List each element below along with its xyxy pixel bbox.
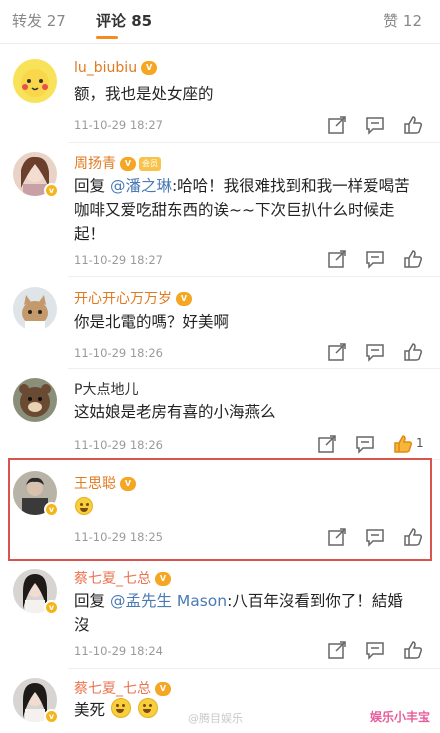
reply-icon[interactable] [354,433,376,455]
comment-username[interactable]: 蔡七夏_七总 [74,681,151,697]
watermark-brand: 娱乐小丰宝 [370,710,431,724]
comment-text-line: 起！ [74,225,106,243]
tab-active-indicator [96,36,118,39]
mention-link[interactable]: @孟先生 Mason [110,592,227,610]
comment-time: 11-10-29 18:26 [74,346,163,360]
comment-text: 美死 [74,701,106,719]
like-thumb-icon[interactable] [402,248,424,270]
comment-username[interactable]: 开心开心万万岁 [74,291,172,307]
share-icon[interactable] [326,639,348,661]
comment-username[interactable]: P大点地儿 [74,382,138,398]
reply-icon[interactable] [364,248,386,270]
comment-time: 11-10-29 18:27 [74,253,163,267]
comment-text-line: 回复 @潘之琳:哈哈！我很难找到和我一样爱喝苦 [74,174,424,198]
vip-badge-icon: V [155,572,171,586]
like-thumb-icon[interactable] [392,433,414,455]
vip-badge-icon: V [120,157,136,171]
tab-comments[interactable]: 评论 85 [96,10,152,31]
share-icon[interactable] [316,433,338,455]
reply-icon[interactable] [364,639,386,661]
avatar[interactable]: v [13,152,59,198]
vip-badge-icon: V [141,61,158,75]
avatar[interactable] [13,378,57,422]
comment-text-line: 咖啡又爱吃甜东西的诶~~下次巨扒什么时候走 [74,201,395,219]
comment-text-line: 沒 [74,616,90,634]
comment-time: 11-10-29 18:24 [74,644,163,658]
verified-badge-icon: v [44,600,59,615]
reply-prefix: 回复 [74,592,110,610]
like-thumb-icon[interactable] [402,639,424,661]
comment-text: 额，我也是处女座的 [74,85,214,103]
emoji-laugh-icon [110,698,131,718]
comment-text-line: 回复 @孟先生 Mason:八百年沒看到你了！結婚 [74,589,424,613]
comment-username[interactable]: 周扬青 [74,156,116,172]
avatar[interactable] [13,59,57,103]
avatar[interactable] [13,287,57,331]
comment-time: 11-10-29 18:27 [74,118,163,132]
bear-avatar-icon [13,378,57,422]
reply-icon[interactable] [364,114,386,136]
like-thumb-icon[interactable] [402,341,424,363]
watermark-source: @腾目娱乐 [188,712,243,725]
pikachu-avatar-icon [13,59,57,103]
comment-time: 11-10-29 18:26 [74,438,163,452]
avatar[interactable]: v [13,678,59,724]
emoji-laugh-icon [137,698,158,718]
cat-avatar-icon [13,287,57,331]
vip-badge-icon: V [176,292,192,306]
tab-bar: 转发 27 评论 85 赞 12 [0,0,440,44]
comment-text: :八百年沒看到你了！結婚 [227,592,403,610]
comment-text: :哈哈！我很难找到和我一样爱喝苦 [171,177,410,195]
verified-badge-icon: v [44,709,59,724]
divider [68,142,440,143]
comment-username[interactable]: lu_biubiu [74,60,137,76]
divider [68,276,440,277]
tab-reposts[interactable]: 转发 27 [12,10,66,31]
divider [68,368,440,369]
reply-icon[interactable] [364,341,386,363]
like-count: 1 [416,436,424,450]
member-badge: 会员 [139,157,161,171]
divider [68,668,440,669]
share-icon[interactable] [326,248,348,270]
highlight-box [8,458,432,561]
comment-username[interactable]: 蔡七夏_七总 [74,571,151,587]
verified-badge-icon: v [44,183,59,198]
share-icon[interactable] [326,341,348,363]
reply-prefix: 回复 [74,177,110,195]
like-thumb-icon[interactable] [402,114,424,136]
avatar[interactable]: v [13,569,59,615]
comment-text: 这姑娘是老房有喜的小海燕么 [74,403,276,421]
vip-badge-icon: V [155,682,171,696]
tab-likes[interactable]: 赞 12 [383,10,422,31]
comment-text: 你是北電的嗎？好美啊 [74,313,230,331]
mention-link[interactable]: @潘之琳 [110,177,172,195]
share-icon[interactable] [326,114,348,136]
